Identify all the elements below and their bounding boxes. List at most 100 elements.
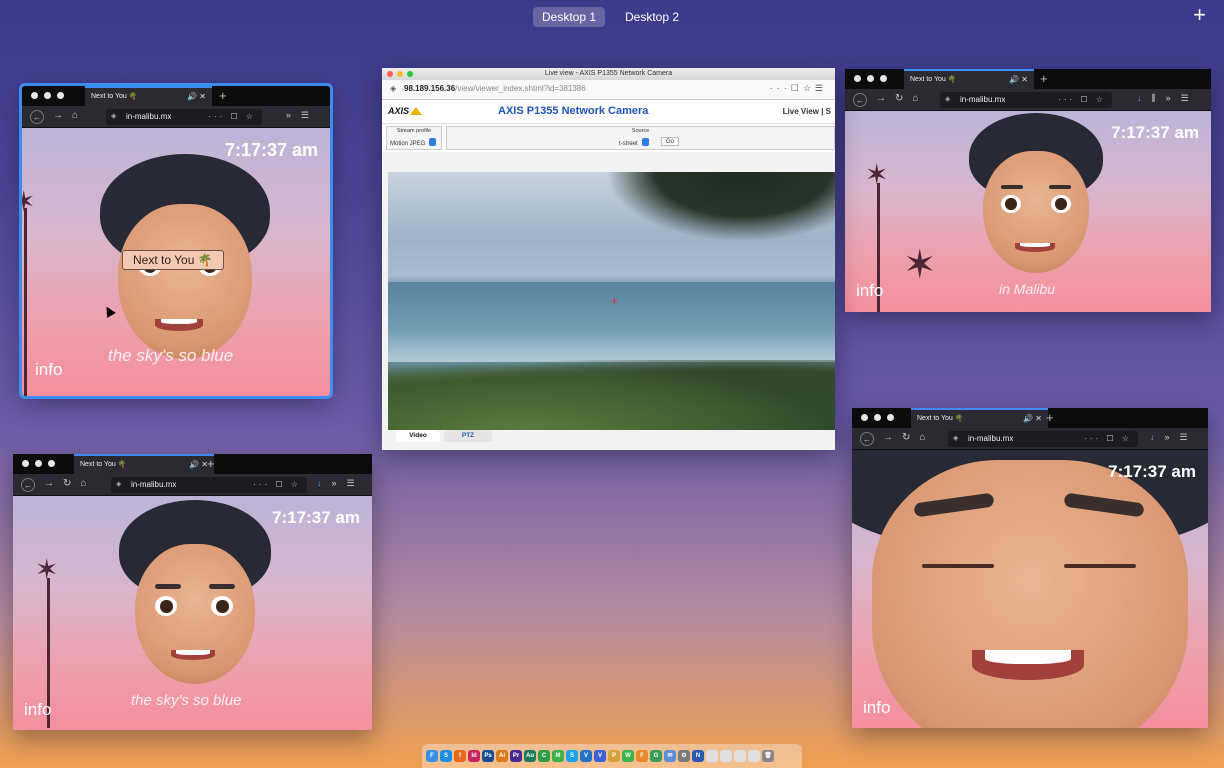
page-actions[interactable]: ··· ☐ ☆ <box>1058 92 1106 108</box>
dock-doc2-icon[interactable] <box>720 750 732 762</box>
dock-trash-icon[interactable]: 🗑 <box>762 750 774 762</box>
space-desktop-1[interactable]: Desktop 1 <box>533 7 606 27</box>
url-bar[interactable]: ◈ in-malibu.mx ··· ☐ ☆ <box>106 109 262 125</box>
dock-git-icon[interactable]: G <box>650 750 662 762</box>
window-controls[interactable] <box>854 75 887 82</box>
window-controls[interactable] <box>22 460 55 467</box>
dock-wechat-icon[interactable]: W <box>622 750 634 762</box>
dock-chrome-icon[interactable]: C <box>538 750 550 762</box>
shield-icon[interactable]: ◈ <box>953 431 958 447</box>
live-view-link[interactable]: Live View | S <box>783 107 831 116</box>
page-actions[interactable]: ··· ☐ ☆ <box>253 477 301 493</box>
dock-vscode-icon[interactable]: V <box>580 750 592 762</box>
window-controls[interactable] <box>387 71 413 77</box>
dock-mail-icon[interactable]: ✉ <box>664 750 676 762</box>
forward-arrow-icon[interactable]: → <box>53 110 63 124</box>
firefox-window-2[interactable]: Next to You 🌴 🔊 ✕ + ← → ↻ ⌂ ◈ in-malibu.… <box>13 454 372 730</box>
overflow-chevron-icon[interactable]: » <box>1166 93 1171 104</box>
dock-audition-icon[interactable]: Au <box>524 750 536 762</box>
new-tab-plus-icon[interactable]: + <box>1046 408 1054 427</box>
url-bar[interactable]: ◈ in-malibu.mx ··· ☐ ☆ <box>111 477 307 493</box>
dock-facetime-icon[interactable]: F <box>636 750 648 762</box>
download-icon[interactable]: ↓ <box>1137 93 1142 104</box>
firefox-window-3[interactable]: Next to You 🌴 🔊 ✕ + ← → ↻ ⌂ ◈ in-malibu.… <box>845 69 1211 312</box>
browser-tab[interactable]: Next to You 🌴 🔊 ✕ <box>911 408 1048 428</box>
menu-hamburger-icon[interactable]: ☰ <box>347 478 355 489</box>
browser-tab[interactable]: Next to You 🌴 🔊 ✕ <box>85 86 212 106</box>
dock-skype-icon[interactable]: S <box>566 750 578 762</box>
info-link[interactable]: info <box>24 700 51 720</box>
forward-arrow-icon[interactable]: → <box>883 432 893 446</box>
page-actions[interactable]: ··· ☐ ☆ <box>1084 431 1132 447</box>
firefox-window-1[interactable]: Next to You 🌴 🔊 ✕ + ← → ⌂ ◈ in-malibu.mx… <box>19 83 333 399</box>
back-arrow-icon[interactable]: ← <box>30 110 44 124</box>
firefox-window-4[interactable]: Next to You 🌴 🔊 ✕ + ← → ↻ ⌂ ◈ in-malibu.… <box>852 408 1208 728</box>
info-link[interactable]: info <box>35 360 62 380</box>
overflow-chevron-icon[interactable]: » <box>332 478 337 489</box>
source-select[interactable]: t-street <box>619 138 649 147</box>
browser-tab[interactable]: Next to You 🌴 🔊 ✕ <box>904 69 1034 89</box>
url-bar[interactable]: 98.189.156.36/view/viewer_index.shtml?id… <box>404 84 586 93</box>
home-icon[interactable]: ⌂ <box>72 110 78 124</box>
reload-icon[interactable]: ↻ <box>895 93 903 107</box>
back-arrow-icon[interactable]: ← <box>853 93 867 107</box>
url-bar[interactable]: ◈ in-malibu.mx ··· ☐ ☆ <box>940 92 1112 108</box>
stream-profile-select[interactable]: Motion JPEG <box>390 138 437 147</box>
new-tab-plus-icon[interactable]: + <box>207 454 215 473</box>
axis-camera-window[interactable]: Live view - AXIS P1355 Network Camera ◈ … <box>382 68 835 450</box>
url-bar[interactable]: ◈ in-malibu.mx ··· ☐ ☆ <box>948 431 1138 447</box>
dock-finder-icon[interactable]: F <box>426 750 438 762</box>
tab-audio-close[interactable]: 🔊 ✕ <box>187 88 206 105</box>
shield-icon[interactable]: ◈ <box>116 477 121 493</box>
new-tab-plus-icon[interactable]: + <box>1040 69 1048 88</box>
dock-doc1-icon[interactable] <box>706 750 718 762</box>
reload-icon[interactable]: ↻ <box>902 432 910 446</box>
dock-illustrator-icon[interactable]: Ai <box>496 750 508 762</box>
window-controls[interactable] <box>861 414 894 421</box>
tab-ptz[interactable]: PTZ <box>444 430 492 442</box>
home-icon[interactable]: ⌂ <box>912 93 918 107</box>
window-controls[interactable] <box>31 92 64 99</box>
download-icon[interactable]: ↓ <box>1150 432 1155 443</box>
dock-premiere-icon[interactable]: Pr <box>510 750 522 762</box>
info-link[interactable]: info <box>856 281 883 301</box>
menu-hamburger-icon[interactable]: ☰ <box>301 110 309 121</box>
library-icon[interactable]: ⫼ <box>1152 93 1156 104</box>
shield-icon[interactable]: ◈ <box>945 92 950 108</box>
page-actions[interactable]: ···☐☆☰ <box>770 83 827 94</box>
space-desktop-2[interactable]: Desktop 2 <box>616 7 688 27</box>
dock-photos-icon[interactable]: P <box>608 750 620 762</box>
dock-photoshop-icon[interactable]: Ps <box>482 750 494 762</box>
home-icon[interactable]: ⌂ <box>80 478 86 492</box>
dock-messages-icon[interactable]: M <box>552 750 564 762</box>
tab-audio-close[interactable]: 🔊 ✕ <box>1009 71 1028 88</box>
back-arrow-icon[interactable]: ← <box>860 432 874 446</box>
overflow-chevron-icon[interactable]: » <box>1165 432 1170 443</box>
shield-icon[interactable]: ◈ <box>111 109 116 125</box>
dock-firefox-icon[interactable]: f <box>454 750 466 762</box>
browser-tab[interactable]: Next to You 🌴 🔊 ✕ <box>74 454 214 474</box>
tab-audio-close[interactable]: 🔊 ✕ <box>189 456 208 473</box>
shield-icon[interactable]: ◈ <box>390 84 396 93</box>
forward-arrow-icon[interactable]: → <box>876 93 886 107</box>
tab-audio-close[interactable]: 🔊 ✕ <box>1023 410 1042 427</box>
menu-hamburger-icon[interactable]: ☰ <box>1180 432 1188 443</box>
info-link[interactable]: info <box>863 698 890 718</box>
camera-video-feed[interactable]: + <box>388 172 835 430</box>
dock-network-icon[interactable]: N <box>692 750 704 762</box>
dock-doc3-icon[interactable] <box>734 750 746 762</box>
reload-icon[interactable]: ↻ <box>63 478 71 492</box>
dock-vpn-icon[interactable]: V <box>594 750 606 762</box>
page-actions[interactable]: ··· ☐ ☆ <box>208 109 256 125</box>
home-icon[interactable]: ⌂ <box>919 432 925 446</box>
tab-video[interactable]: Video <box>396 430 440 442</box>
dock-doc4-icon[interactable] <box>748 750 760 762</box>
add-space-plus-icon[interactable]: + <box>1193 4 1206 26</box>
dock-system-prefs-icon[interactable]: ⚙ <box>678 750 690 762</box>
dock-safari-icon[interactable]: S <box>440 750 452 762</box>
new-tab-plus-icon[interactable]: + <box>219 86 227 105</box>
overflow-chevron-icon[interactable]: » <box>286 110 291 121</box>
dock-indesign-icon[interactable]: Id <box>468 750 480 762</box>
go-button[interactable]: Go <box>661 137 680 146</box>
menu-hamburger-icon[interactable]: ☰ <box>1181 93 1189 104</box>
